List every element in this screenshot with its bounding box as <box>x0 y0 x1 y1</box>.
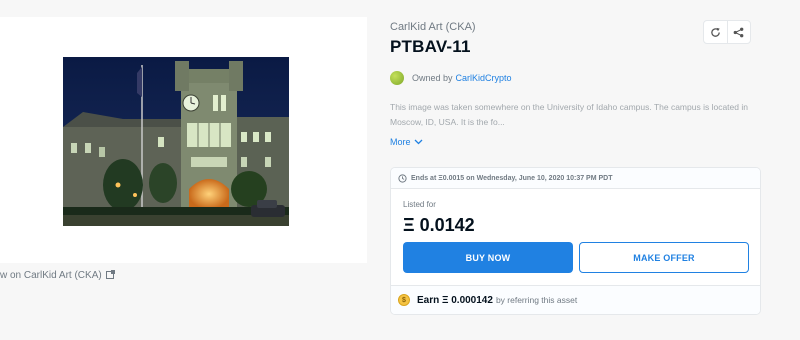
refresh-button[interactable] <box>704 21 727 43</box>
buy-now-button[interactable]: BUY NOW <box>403 242 573 273</box>
asset-image-card <box>0 17 367 263</box>
chevron-down-icon <box>414 139 422 145</box>
clock-icon <box>398 173 407 183</box>
collection-name[interactable]: CarlKid Art (CKA) <box>390 21 476 33</box>
more-label: More <box>390 137 411 147</box>
referral-suffix: by referring this asset <box>495 295 578 305</box>
external-link-icon <box>105 270 115 279</box>
coin-icon: $ <box>398 294 410 306</box>
owner-avatar[interactable] <box>390 71 404 85</box>
make-offer-button[interactable]: MAKE OFFER <box>579 242 749 273</box>
asset-description: This image was taken somewhere on the Un… <box>390 102 748 127</box>
owner-row: Owned by CarlKidCrypto <box>390 71 512 85</box>
campus-photo <box>63 57 289 226</box>
more-toggle[interactable]: More <box>390 137 423 147</box>
share-icon <box>734 27 744 37</box>
asset-actions <box>703 20 751 44</box>
trade-panel: Ends at Ξ0.0015 on Wednesday, June 10, 2… <box>390 167 761 315</box>
sale-ends-bar: Ends at Ξ0.0015 on Wednesday, June 10, 2… <box>391 168 760 189</box>
price-area: Listed for Ξ 0.0142 BUY NOW MAKE OFFER <box>391 189 760 285</box>
refresh-icon <box>711 27 720 37</box>
sale-ends-text: Ends at Ξ0.0015 on Wednesday, June 10, 2… <box>411 174 613 182</box>
asset-title: PTBAV-11 <box>390 37 471 56</box>
referral-bar: $ Earn Ξ 0.000142 by referring this asse… <box>391 285 760 314</box>
view-on-collection-link[interactable]: w on CarlKid Art (CKA) <box>0 270 115 281</box>
view-on-collection-label: w on CarlKid Art (CKA) <box>0 270 102 281</box>
share-button[interactable] <box>726 21 750 43</box>
referral-amount: Earn Ξ 0.000142 <box>417 294 493 306</box>
asset-image[interactable] <box>63 57 289 226</box>
owned-by-label: Owned by <box>412 73 453 83</box>
listed-for-label: Listed for <box>403 200 436 209</box>
owner-link[interactable]: CarlKidCrypto <box>456 73 512 83</box>
current-price: Ξ 0.0142 <box>403 215 475 235</box>
